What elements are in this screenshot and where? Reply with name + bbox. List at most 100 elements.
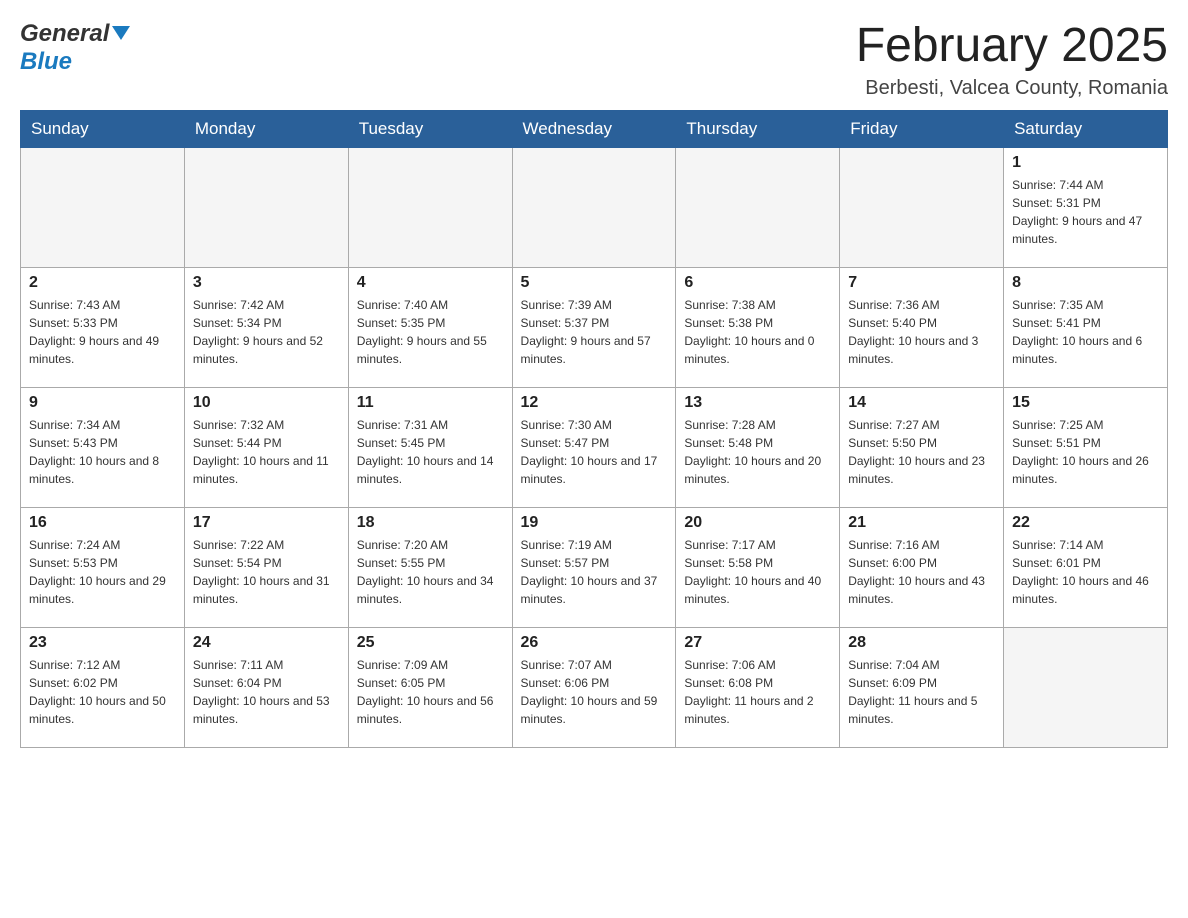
calendar-day-cell: 6 Sunrise: 7:38 AM Sunset: 5:38 PM Daylig… xyxy=(676,267,840,387)
month-year-title: February 2025 xyxy=(856,20,1168,73)
calendar-week-row: 23 Sunrise: 7:12 AM Sunset: 6:02 PM Dayli… xyxy=(21,627,1168,747)
day-number: 4 xyxy=(357,274,504,292)
calendar-day-cell: 14 Sunrise: 7:27 AM Sunset: 5:50 PM Dayli… xyxy=(840,387,1004,507)
calendar-day-cell: 11Sunrise: 7:31 AM Sunset: 5:45 PM Dayli… xyxy=(348,387,512,507)
calendar-day-cell: 9Sunrise: 7:34 AM Sunset: 5:43 PM Daylig… xyxy=(21,387,185,507)
location-subtitle: Berbesti, Valcea County, Romania xyxy=(856,77,1168,100)
day-number: 3 xyxy=(193,274,340,292)
calendar-day-cell: 7 Sunrise: 7:36 AM Sunset: 5:40 PM Daylig… xyxy=(840,267,1004,387)
calendar-week-row: 9Sunrise: 7:34 AM Sunset: 5:43 PM Daylig… xyxy=(21,387,1168,507)
day-number: 24 xyxy=(193,634,340,652)
calendar-week-row: 2 Sunrise: 7:43 AM Sunset: 5:33 PM Daylig… xyxy=(21,267,1168,387)
logo-blue-text: Blue xyxy=(20,48,72,75)
calendar-table: SundayMondayTuesdayWednesdayThursdayFrid… xyxy=(20,110,1168,748)
day-info: Sunrise: 7:24 AM Sunset: 5:53 PM Dayligh… xyxy=(29,536,176,608)
calendar-day-cell: 15 Sunrise: 7:25 AM Sunset: 5:51 PM Dayli… xyxy=(1004,387,1168,507)
day-number: 25 xyxy=(357,634,504,652)
day-info: Sunrise: 7:28 AM Sunset: 5:48 PM Dayligh… xyxy=(684,416,831,488)
day-info: Sunrise: 7:17 AM Sunset: 5:58 PM Dayligh… xyxy=(684,536,831,608)
calendar-week-row: 16 Sunrise: 7:24 AM Sunset: 5:53 PM Dayli… xyxy=(21,507,1168,627)
day-of-week-header: Thursday xyxy=(676,110,840,147)
day-number: 23 xyxy=(29,634,176,652)
day-number: 20 xyxy=(684,514,831,532)
day-number: 18 xyxy=(357,514,504,532)
day-number: 16 xyxy=(29,514,176,532)
calendar-day-cell xyxy=(184,147,348,267)
logo-general-text: General xyxy=(20,20,109,48)
logo-arrow-icon xyxy=(112,26,130,45)
calendar-day-cell xyxy=(348,147,512,267)
calendar-day-cell xyxy=(21,147,185,267)
day-info: Sunrise: 7:07 AM Sunset: 6:06 PM Dayligh… xyxy=(521,656,668,728)
day-info: Sunrise: 7:27 AM Sunset: 5:50 PM Dayligh… xyxy=(848,416,995,488)
calendar-day-cell: 28Sunrise: 7:04 AM Sunset: 6:09 PM Dayli… xyxy=(840,627,1004,747)
calendar-day-cell: 23 Sunrise: 7:12 AM Sunset: 6:02 PM Dayli… xyxy=(21,627,185,747)
calendar-day-cell xyxy=(676,147,840,267)
calendar-day-cell: 8 Sunrise: 7:35 AM Sunset: 5:41 PM Daylig… xyxy=(1004,267,1168,387)
calendar-day-cell: 19Sunrise: 7:19 AM Sunset: 5:57 PM Dayli… xyxy=(512,507,676,627)
day-info: Sunrise: 7:16 AM Sunset: 6:00 PM Dayligh… xyxy=(848,536,995,608)
day-number: 28 xyxy=(848,634,995,652)
calendar-day-cell: 21 Sunrise: 7:16 AM Sunset: 6:00 PM Dayli… xyxy=(840,507,1004,627)
day-number: 22 xyxy=(1012,514,1159,532)
calendar-day-cell: 26Sunrise: 7:07 AM Sunset: 6:06 PM Dayli… xyxy=(512,627,676,747)
calendar-day-cell: 10 Sunrise: 7:32 AM Sunset: 5:44 PM Dayli… xyxy=(184,387,348,507)
day-number: 10 xyxy=(193,394,340,412)
calendar-day-cell: 12 Sunrise: 7:30 AM Sunset: 5:47 PM Dayli… xyxy=(512,387,676,507)
calendar-day-cell: 3 Sunrise: 7:42 AM Sunset: 5:34 PM Daylig… xyxy=(184,267,348,387)
day-info: Sunrise: 7:22 AM Sunset: 5:54 PM Dayligh… xyxy=(193,536,340,608)
day-info: Sunrise: 7:32 AM Sunset: 5:44 PM Dayligh… xyxy=(193,416,340,488)
day-number: 11 xyxy=(357,394,504,412)
day-number: 21 xyxy=(848,514,995,532)
day-number: 12 xyxy=(521,394,668,412)
day-info: Sunrise: 7:34 AM Sunset: 5:43 PM Dayligh… xyxy=(29,416,176,488)
calendar-day-cell: 5Sunrise: 7:39 AM Sunset: 5:37 PM Daylig… xyxy=(512,267,676,387)
day-of-week-header: Wednesday xyxy=(512,110,676,147)
day-number: 1 xyxy=(1012,154,1159,172)
calendar-day-cell xyxy=(840,147,1004,267)
calendar-week-row: 1 Sunrise: 7:44 AM Sunset: 5:31 PM Daylig… xyxy=(21,147,1168,267)
calendar-day-cell: 1 Sunrise: 7:44 AM Sunset: 5:31 PM Daylig… xyxy=(1004,147,1168,267)
calendar-day-cell: 24 Sunrise: 7:11 AM Sunset: 6:04 PM Dayli… xyxy=(184,627,348,747)
day-of-week-header: Tuesday xyxy=(348,110,512,147)
calendar-day-cell: 16 Sunrise: 7:24 AM Sunset: 5:53 PM Dayli… xyxy=(21,507,185,627)
calendar-day-cell: 4 Sunrise: 7:40 AM Sunset: 5:35 PM Daylig… xyxy=(348,267,512,387)
calendar-day-cell: 18 Sunrise: 7:20 AM Sunset: 5:55 PM Dayli… xyxy=(348,507,512,627)
day-number: 14 xyxy=(848,394,995,412)
calendar-day-cell: 20 Sunrise: 7:17 AM Sunset: 5:58 PM Dayli… xyxy=(676,507,840,627)
day-number: 2 xyxy=(29,274,176,292)
title-block: February 2025 Berbesti, Valcea County, R… xyxy=(856,20,1168,100)
calendar-day-cell: 13 Sunrise: 7:28 AM Sunset: 5:48 PM Dayli… xyxy=(676,387,840,507)
day-number: 13 xyxy=(684,394,831,412)
day-number: 27 xyxy=(684,634,831,652)
day-info: Sunrise: 7:38 AM Sunset: 5:38 PM Dayligh… xyxy=(684,296,831,368)
day-info: Sunrise: 7:42 AM Sunset: 5:34 PM Dayligh… xyxy=(193,296,340,368)
calendar-day-cell: 22Sunrise: 7:14 AM Sunset: 6:01 PM Dayli… xyxy=(1004,507,1168,627)
calendar-day-cell: 17 Sunrise: 7:22 AM Sunset: 5:54 PM Dayli… xyxy=(184,507,348,627)
day-info: Sunrise: 7:40 AM Sunset: 5:35 PM Dayligh… xyxy=(357,296,504,368)
day-info: Sunrise: 7:20 AM Sunset: 5:55 PM Dayligh… xyxy=(357,536,504,608)
day-number: 6 xyxy=(684,274,831,292)
day-number: 7 xyxy=(848,274,995,292)
logo: General Blue xyxy=(20,20,130,76)
day-of-week-header: Monday xyxy=(184,110,348,147)
day-info: Sunrise: 7:43 AM Sunset: 5:33 PM Dayligh… xyxy=(29,296,176,368)
day-info: Sunrise: 7:09 AM Sunset: 6:05 PM Dayligh… xyxy=(357,656,504,728)
day-number: 5 xyxy=(521,274,668,292)
day-info: Sunrise: 7:25 AM Sunset: 5:51 PM Dayligh… xyxy=(1012,416,1159,488)
calendar-day-cell xyxy=(512,147,676,267)
day-info: Sunrise: 7:06 AM Sunset: 6:08 PM Dayligh… xyxy=(684,656,831,728)
day-info: Sunrise: 7:12 AM Sunset: 6:02 PM Dayligh… xyxy=(29,656,176,728)
day-number: 15 xyxy=(1012,394,1159,412)
day-of-week-header: Sunday xyxy=(21,110,185,147)
page-header: General Blue February 2025 Berbesti, Val… xyxy=(20,20,1168,100)
day-info: Sunrise: 7:44 AM Sunset: 5:31 PM Dayligh… xyxy=(1012,176,1159,248)
day-info: Sunrise: 7:36 AM Sunset: 5:40 PM Dayligh… xyxy=(848,296,995,368)
day-number: 8 xyxy=(1012,274,1159,292)
day-of-week-header: Saturday xyxy=(1004,110,1168,147)
day-info: Sunrise: 7:11 AM Sunset: 6:04 PM Dayligh… xyxy=(193,656,340,728)
day-number: 19 xyxy=(521,514,668,532)
day-number: 17 xyxy=(193,514,340,532)
day-info: Sunrise: 7:35 AM Sunset: 5:41 PM Dayligh… xyxy=(1012,296,1159,368)
day-info: Sunrise: 7:30 AM Sunset: 5:47 PM Dayligh… xyxy=(521,416,668,488)
